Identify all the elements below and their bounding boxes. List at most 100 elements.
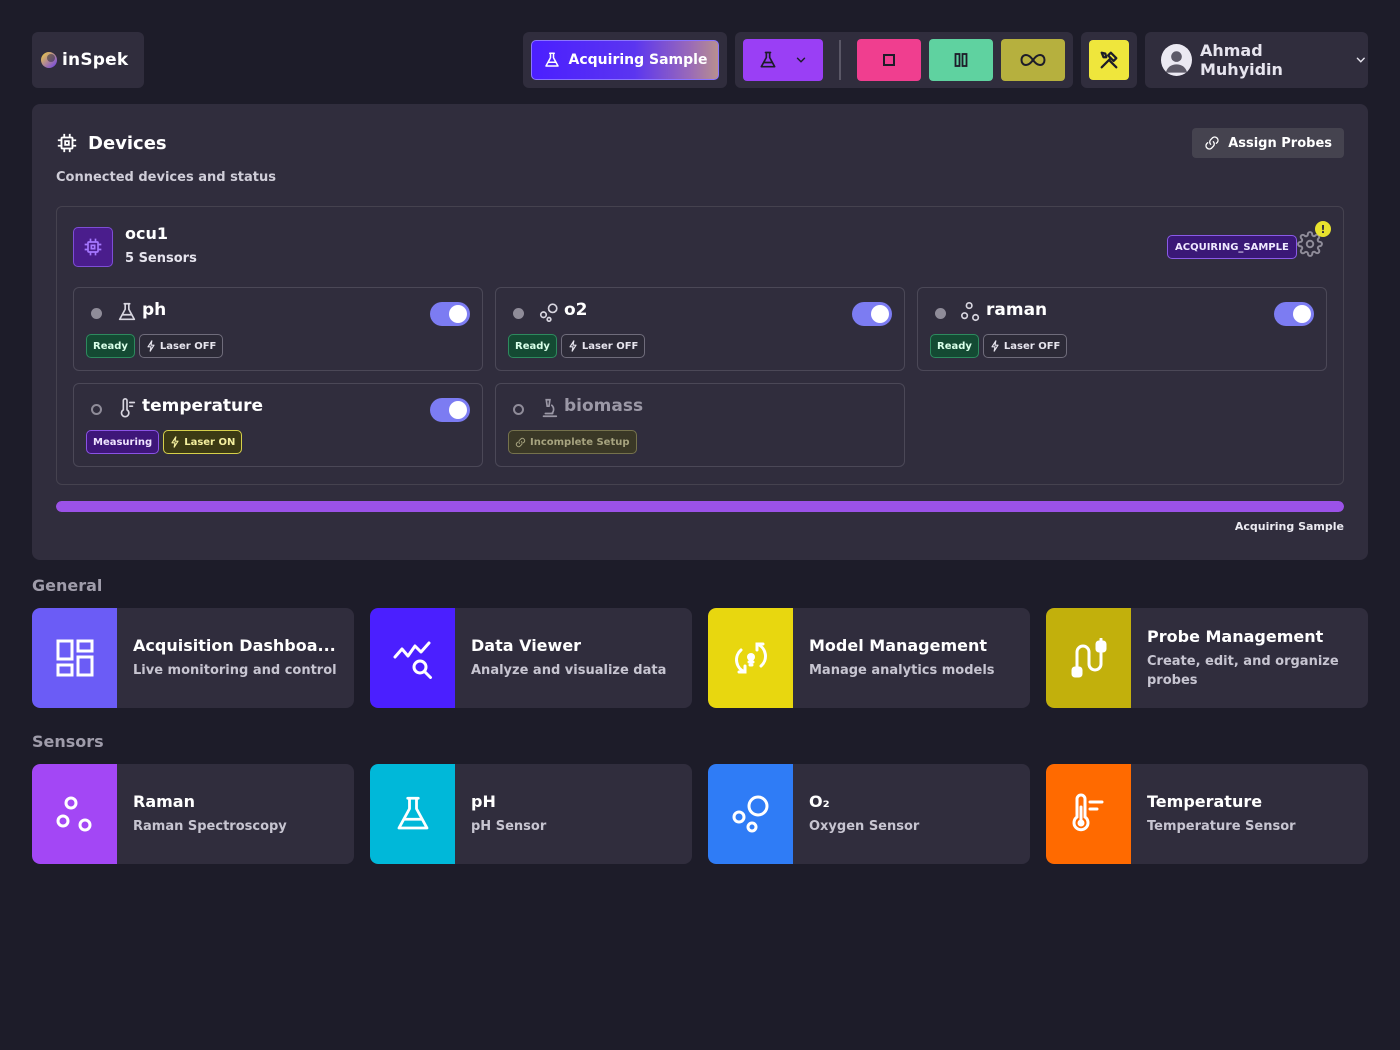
- sensor-card-o2[interactable]: o2 Ready Laser OFF: [495, 287, 905, 371]
- tile-text: Raman Raman Spectroscopy: [133, 764, 343, 864]
- tile-description: Live monitoring and control: [133, 663, 337, 678]
- sensor-badges: Ready Laser OFF: [508, 334, 646, 358]
- sensor-name: temperature: [142, 396, 264, 416]
- sensor-badges: Incomplete Setup: [508, 430, 637, 454]
- run-controls: [735, 32, 1073, 88]
- tile-description: Analyze and visualize data: [471, 663, 667, 678]
- sensor-card-raman[interactable]: raman Ready Laser OFF: [917, 287, 1327, 371]
- sensor-name: raman: [986, 300, 1048, 320]
- link-icon: [515, 437, 526, 447]
- tile-o2[interactable]: O₂ Oxygen Sensor: [708, 764, 1030, 864]
- bolt-icon: [147, 340, 155, 352]
- tile-title: Data Viewer: [471, 636, 582, 655]
- tile-probe-management[interactable]: Probe Management Create, edit, and organ…: [1046, 608, 1368, 708]
- tile-title: O₂: [809, 792, 830, 811]
- sensor-name: biomass: [564, 396, 644, 416]
- tile-ph[interactable]: pH pH Sensor: [370, 764, 692, 864]
- device-card-ocu1[interactable]: ocu1 5 Sensors ACQUIRING_SAMPLE ! ph Rea…: [56, 206, 1344, 485]
- acquiring-sample-label: Acquiring Sample: [568, 52, 708, 68]
- tile-text: Model Management Manage analytics models: [809, 608, 1019, 708]
- status-badge: Ready: [86, 334, 135, 358]
- bolt-icon: [991, 340, 999, 352]
- sensor-toggle[interactable]: [430, 398, 470, 422]
- pause-icon: [954, 53, 968, 67]
- tile-description: Oxygen Sensor: [809, 819, 920, 834]
- dashboard-icon: [56, 639, 93, 677]
- pause-button[interactable]: [929, 39, 993, 81]
- tile-raman[interactable]: Raman Raman Spectroscopy: [32, 764, 354, 864]
- user-menu[interactable]: Ahmad Muhyidin: [1145, 32, 1368, 88]
- progress-fill: [56, 501, 1344, 512]
- tile-description: Manage analytics models: [809, 663, 995, 678]
- toggle-knob: [449, 305, 467, 323]
- incomplete-setup-label: Incomplete Setup: [530, 436, 630, 448]
- link-icon: [1205, 136, 1219, 150]
- laser-badge-label: Laser OFF: [159, 340, 217, 352]
- chip-icon: [57, 133, 77, 153]
- probe-icon: [1071, 638, 1106, 678]
- tile-description: pH Sensor: [471, 819, 547, 834]
- laser-badge: Laser OFF: [138, 334, 224, 358]
- app-logo[interactable]: inSpek: [32, 32, 144, 88]
- laser-badge-label: Laser ON: [184, 436, 236, 448]
- sensor-toggle[interactable]: [852, 302, 892, 326]
- acquisition-progress-bar: [56, 501, 1344, 512]
- acquiring-sample-button[interactable]: Acquiring Sample: [531, 40, 719, 80]
- stop-button[interactable]: [857, 39, 921, 81]
- tools-button[interactable]: [1089, 40, 1129, 80]
- sensor-badges: Ready Laser OFF: [930, 334, 1068, 358]
- sensor-card-ph[interactable]: ph Ready Laser OFF: [73, 287, 483, 371]
- flask-icon: [118, 302, 136, 321]
- tile-text: Acquisition Dashboa... Live monitoring a…: [133, 608, 343, 708]
- sensor-toggle[interactable]: [430, 302, 470, 326]
- sensor-toggle[interactable]: [1274, 302, 1314, 326]
- sensor-card-temperature[interactable]: temperature Measuring Laser ON: [73, 383, 483, 467]
- tile-description: Create, edit, and organize probes: [1147, 653, 1339, 688]
- logo-text: inSpek: [62, 50, 129, 70]
- divider: [839, 40, 841, 80]
- laser-badge: Laser OFF: [982, 334, 1068, 358]
- tile-model-management[interactable]: Model Management Manage analytics models: [708, 608, 1030, 708]
- device-chip: [73, 227, 113, 267]
- tile-description: Raman Spectroscopy: [133, 819, 287, 834]
- avatar: [1161, 44, 1192, 76]
- tile-temperature[interactable]: Temperature Temperature Sensor: [1046, 764, 1368, 864]
- chevron-down-icon: [1357, 57, 1366, 63]
- chip-icon: [84, 238, 102, 256]
- model-refresh-icon: [734, 642, 767, 674]
- sensor-badges: Measuring Laser ON: [86, 430, 243, 454]
- tile-text: O₂ Oxygen Sensor: [809, 764, 1019, 864]
- microscope-icon: [542, 398, 558, 418]
- tile-title: Model Management: [809, 636, 988, 655]
- status-badge: Ready: [508, 334, 557, 358]
- tile-acquisition-dashboard[interactable]: Acquisition Dashboa... Live monitoring a…: [32, 608, 354, 708]
- tile-text: Data Viewer Analyze and visualize data: [471, 608, 681, 708]
- tile-text: Probe Management Create, edit, and organ…: [1147, 608, 1357, 708]
- tile-title: Temperature: [1147, 792, 1263, 811]
- sensor-status-dot: [91, 404, 102, 415]
- status-badge: Ready: [930, 334, 979, 358]
- devices-subtitle: Connected devices and status: [56, 170, 276, 185]
- sensor-card-biomass[interactable]: biomass Incomplete Setup: [495, 383, 905, 467]
- tile-data-viewer[interactable]: Data Viewer Analyze and visualize data: [370, 608, 692, 708]
- flask-icon: [544, 52, 559, 67]
- status-badge: Measuring: [86, 430, 160, 454]
- sensor-status-dot: [513, 308, 524, 319]
- devices-panel: Devices Connected devices and status Ass…: [32, 104, 1368, 560]
- sensor-name: o2: [564, 300, 588, 320]
- flask-icon: [760, 51, 776, 68]
- user-name: Ahmad Muhyidin: [1199, 41, 1283, 79]
- assign-probes-button[interactable]: Assign Probes: [1192, 128, 1344, 158]
- infinity-icon: [1020, 53, 1046, 67]
- method-dropdown[interactable]: [743, 39, 823, 81]
- tile-text: Temperature Temperature Sensor: [1147, 764, 1357, 864]
- device-sensor-count: 5 Sensors: [125, 251, 197, 266]
- progress-label: Acquiring Sample: [1234, 520, 1344, 533]
- continuous-button[interactable]: [1001, 39, 1065, 81]
- laser-badge-label: Laser OFF: [1003, 340, 1061, 352]
- tile-icon-box: [708, 764, 793, 864]
- tools-icon: [1100, 51, 1118, 69]
- sensor-status-dot: [91, 308, 102, 319]
- molecule-icon: [961, 302, 980, 322]
- tile-icon-box: [370, 608, 455, 708]
